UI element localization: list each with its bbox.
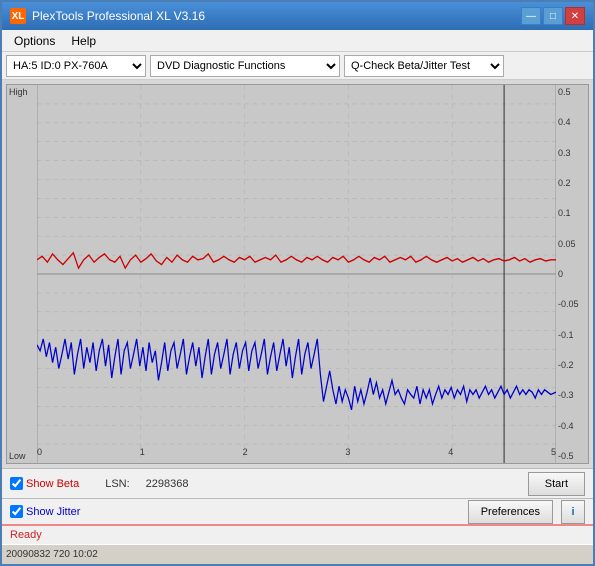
taskbar-text: 20090832 720 10:02 [6,549,98,560]
show-beta-checkbox-container: Show Beta [10,477,79,490]
preferences-button[interactable]: Preferences [468,500,553,524]
close-button[interactable]: ✕ [565,7,585,25]
toolbar: HA:5 ID:0 PX-760A DVD Diagnostic Functio… [2,52,593,80]
status-bar-1: Show Beta LSN: 2298368 Start [2,468,593,498]
test-select[interactable]: Q-Check Beta/Jitter Test [344,55,504,77]
maximize-button[interactable]: □ [543,7,563,25]
ready-text: Ready [10,529,42,541]
show-beta-checkbox[interactable] [10,477,23,490]
y-label-low: Low [9,451,35,461]
lsn-label: LSN: [105,478,129,490]
menu-options[interactable]: Options [6,32,63,50]
show-beta-label[interactable]: Show Beta [26,478,79,490]
function-select[interactable]: DVD Diagnostic Functions [150,55,340,77]
app-icon: XL [10,8,26,24]
taskbar-bottom: 20090832 720 10:02 [2,544,593,564]
start-button[interactable]: Start [528,472,585,496]
x-label-2: 2 [243,447,248,463]
window-title: PlexTools Professional XL V3.16 [32,9,205,23]
y-axis-right: 0.5 0.4 0.3 0.2 0.1 0.05 0 -0.05 -0.1 -0… [556,85,588,463]
show-jitter-checkbox[interactable] [10,505,23,518]
ready-bar: Ready [2,524,593,544]
minimize-button[interactable]: — [521,7,541,25]
chart-svg-area [37,85,556,463]
x-label-0: 0 [37,447,42,463]
main-window: XL PlexTools Professional XL V3.16 — □ ✕… [0,0,595,566]
show-jitter-label[interactable]: Show Jitter [26,506,80,518]
x-label-1: 1 [140,447,145,463]
x-label-3: 3 [345,447,350,463]
status-bar-2: Show Jitter Preferences i [2,498,593,524]
menu-help[interactable]: Help [63,32,104,50]
title-bar-left: XL PlexTools Professional XL V3.16 [10,8,205,24]
drive-select[interactable]: HA:5 ID:0 PX-760A [6,55,146,77]
chart-container: High Low 0.5 0.4 0.3 0.2 0.1 0.05 0 -0.0… [6,84,589,464]
x-label-4: 4 [448,447,453,463]
x-axis: 0 1 2 3 4 5 [7,445,588,463]
show-jitter-checkbox-container: Show Jitter [10,505,80,518]
y-label-high: High [9,87,35,97]
menu-bar: Options Help [2,30,593,52]
lsn-value: 2298368 [146,478,189,490]
info-button[interactable]: i [561,500,585,524]
y-axis-left: High Low [7,85,37,463]
chart-area: High Low 0.5 0.4 0.3 0.2 0.1 0.05 0 -0.0… [2,80,593,468]
title-bar: XL PlexTools Professional XL V3.16 — □ ✕ [2,2,593,30]
window-controls: — □ ✕ [521,7,585,25]
